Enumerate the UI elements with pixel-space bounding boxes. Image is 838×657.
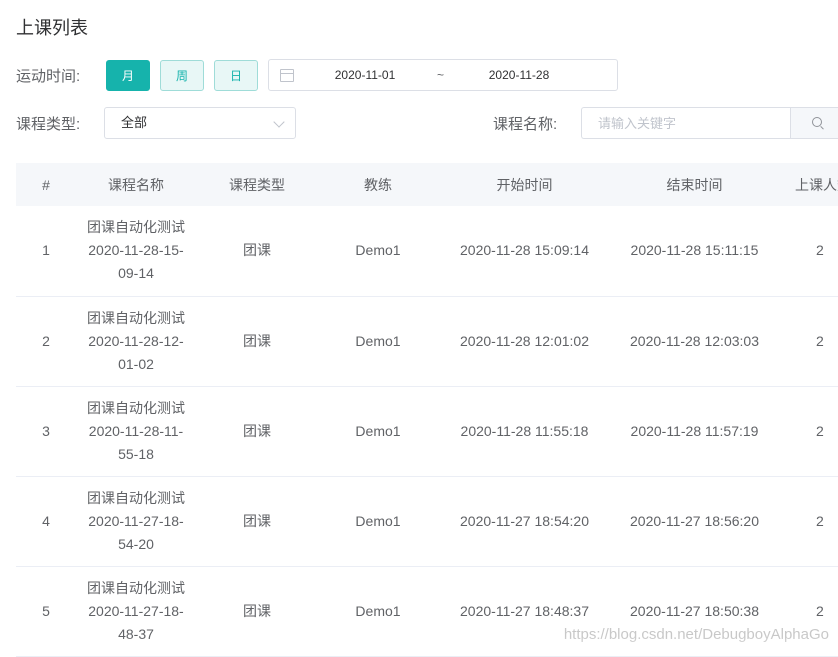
course-name-label: 课程名称: [493, 116, 558, 133]
cell-index: 3 [42, 422, 50, 439]
calendar-icon [280, 69, 294, 82]
course-name-line: 2020-11-28-15- [88, 242, 184, 259]
col-course-name[interactable]: 课程名称 [76, 163, 196, 206]
cell-end-time: 2020-11-28 15:11:15 [630, 242, 759, 259]
cell-course-type: 团课 [243, 242, 271, 259]
cell-course-type: 团课 [243, 512, 271, 529]
type-filter-row: 课程类型: 全部 课程名称: [16, 107, 838, 139]
cell-coach: Demo1 [355, 602, 401, 619]
cell-attendance: 2 [816, 422, 824, 439]
cell-index: 5 [42, 602, 50, 619]
cell-course-name: 团课自动化测试 2020-11-28-15- 09-14 [76, 206, 196, 296]
col-coach[interactable]: 教练 [318, 163, 438, 206]
course-name-search [581, 107, 838, 139]
cell-attendance: 2 [816, 242, 824, 259]
col-course-type[interactable]: 课程类型 [196, 163, 318, 206]
watermark: https://blog.csdn.net/DebugboyAlphaGo [563, 626, 829, 643]
cell-coach: Demo1 [355, 422, 401, 439]
col-start-time[interactable]: 开始时间 [438, 163, 611, 206]
search-input[interactable] [581, 107, 791, 139]
cell-attendance: 2 [816, 332, 824, 349]
course-name-line: 团课自动化测试 [87, 579, 185, 596]
cell-course-type: 团课 [243, 422, 271, 439]
course-name-line: 团课自动化测试 [87, 309, 185, 326]
cell-index: 4 [42, 512, 50, 529]
cell-course-name: 团课自动化测试 2020-11-28-11- 55-18 [76, 386, 196, 476]
cell-course-type: 团课 [243, 602, 271, 619]
cell-coach: Demo1 [355, 242, 401, 259]
course-name-line: 2020-11-28-12- [88, 332, 184, 349]
time-label: 运动时间: [16, 67, 81, 85]
period-week-button[interactable]: 周 [160, 59, 204, 91]
search-button[interactable] [790, 107, 838, 139]
chevron-down-icon [273, 116, 285, 128]
table-row[interactable]: 2 团课自动化测试 2020-11-28-12- 01-02 团课 Demo1 2020-1… [16, 296, 838, 386]
cell-end-time: 2020-11-28 11:57:19 [630, 422, 759, 439]
date-separator: ~ [437, 68, 445, 82]
course-name-line: 2020-11-27-18- [88, 512, 184, 529]
cell-attendance: 2 [816, 512, 824, 529]
course-name-line: 01-02 [118, 355, 154, 372]
cell-course-type: 团课 [243, 332, 271, 349]
period-month-button[interactable]: 月 [106, 59, 150, 91]
date-start[interactable]: 2020-11-01 [330, 68, 400, 82]
table-row[interactable]: 3 团课自动化测试 2020-11-28-11- 55-18 团课 Demo1 2020-1… [16, 386, 838, 476]
cell-end-time: 2020-11-28 12:03:03 [630, 332, 759, 349]
col-index[interactable]: # [16, 163, 76, 206]
time-filter-row: 运动时间: 月 周 日 2020-11-01 ~ 2020-11-28 [16, 59, 618, 91]
cell-start-time: 2020-11-28 11:55:18 [460, 422, 589, 439]
col-attendance[interactable]: 上课人数 [778, 163, 838, 206]
table-header-row: # 课程名称 课程类型 教练 开始时间 结束时间 上课人数 [16, 163, 838, 206]
course-name-line: 2020-11-28-11- [88, 422, 184, 439]
course-name-line: 团课自动化测试 [87, 489, 185, 506]
cell-course-name: 团课自动化测试 2020-11-27-18- 54-20 [76, 476, 196, 566]
search-icon [812, 117, 822, 127]
table-row[interactable]: 4 团课自动化测试 2020-11-27-18- 54-20 团课 Demo1 2020-1… [16, 476, 838, 566]
table-row[interactable]: 1 团课自动化测试 2020-11-28-15- 09-14 团课 Demo1 2020-1… [16, 206, 838, 296]
cell-coach: Demo1 [355, 332, 401, 349]
cell-start-time: 2020-11-27 18:54:20 [460, 512, 589, 529]
cell-start-time: 2020-11-28 12:01:02 [460, 332, 589, 349]
course-name-line: 54-20 [118, 535, 154, 552]
date-range-picker[interactable]: 2020-11-01 ~ 2020-11-28 [268, 59, 618, 91]
page-title: 上课列表 [16, 18, 88, 38]
cell-coach: Demo1 [355, 512, 401, 529]
course-name-line: 48-37 [118, 625, 154, 642]
course-name-line: 2020-11-27-18- [88, 602, 184, 619]
course-name-line: 55-18 [118, 445, 154, 462]
course-name-line: 团课自动化测试 [87, 399, 185, 416]
course-name-line: 团课自动化测试 [87, 219, 185, 236]
course-table: # 课程名称 课程类型 教练 开始时间 结束时间 上课人数 1团课自动化测试20… [16, 163, 838, 657]
cell-course-name: 团课自动化测试 2020-11-27-18- 48-37 [76, 566, 196, 656]
cell-index: 2 [42, 332, 50, 349]
course-name-line: 09-14 [118, 265, 154, 282]
course-type-select[interactable]: 全部 [104, 107, 296, 139]
course-type-value: 全部 [121, 115, 148, 130]
cell-course-name: 团课自动化测试 2020-11-28-12- 01-02 [76, 296, 196, 386]
col-end-time[interactable]: 结束时间 [611, 163, 778, 206]
period-day-button[interactable]: 日 [214, 59, 258, 91]
cell-index: 1 [42, 242, 50, 259]
cell-end-time: 2020-11-27 18:56:20 [630, 512, 759, 529]
cell-start-time: 2020-11-28 15:09:14 [460, 242, 589, 259]
date-end[interactable]: 2020-11-28 [484, 68, 554, 82]
type-label: 课程类型: [16, 116, 81, 133]
